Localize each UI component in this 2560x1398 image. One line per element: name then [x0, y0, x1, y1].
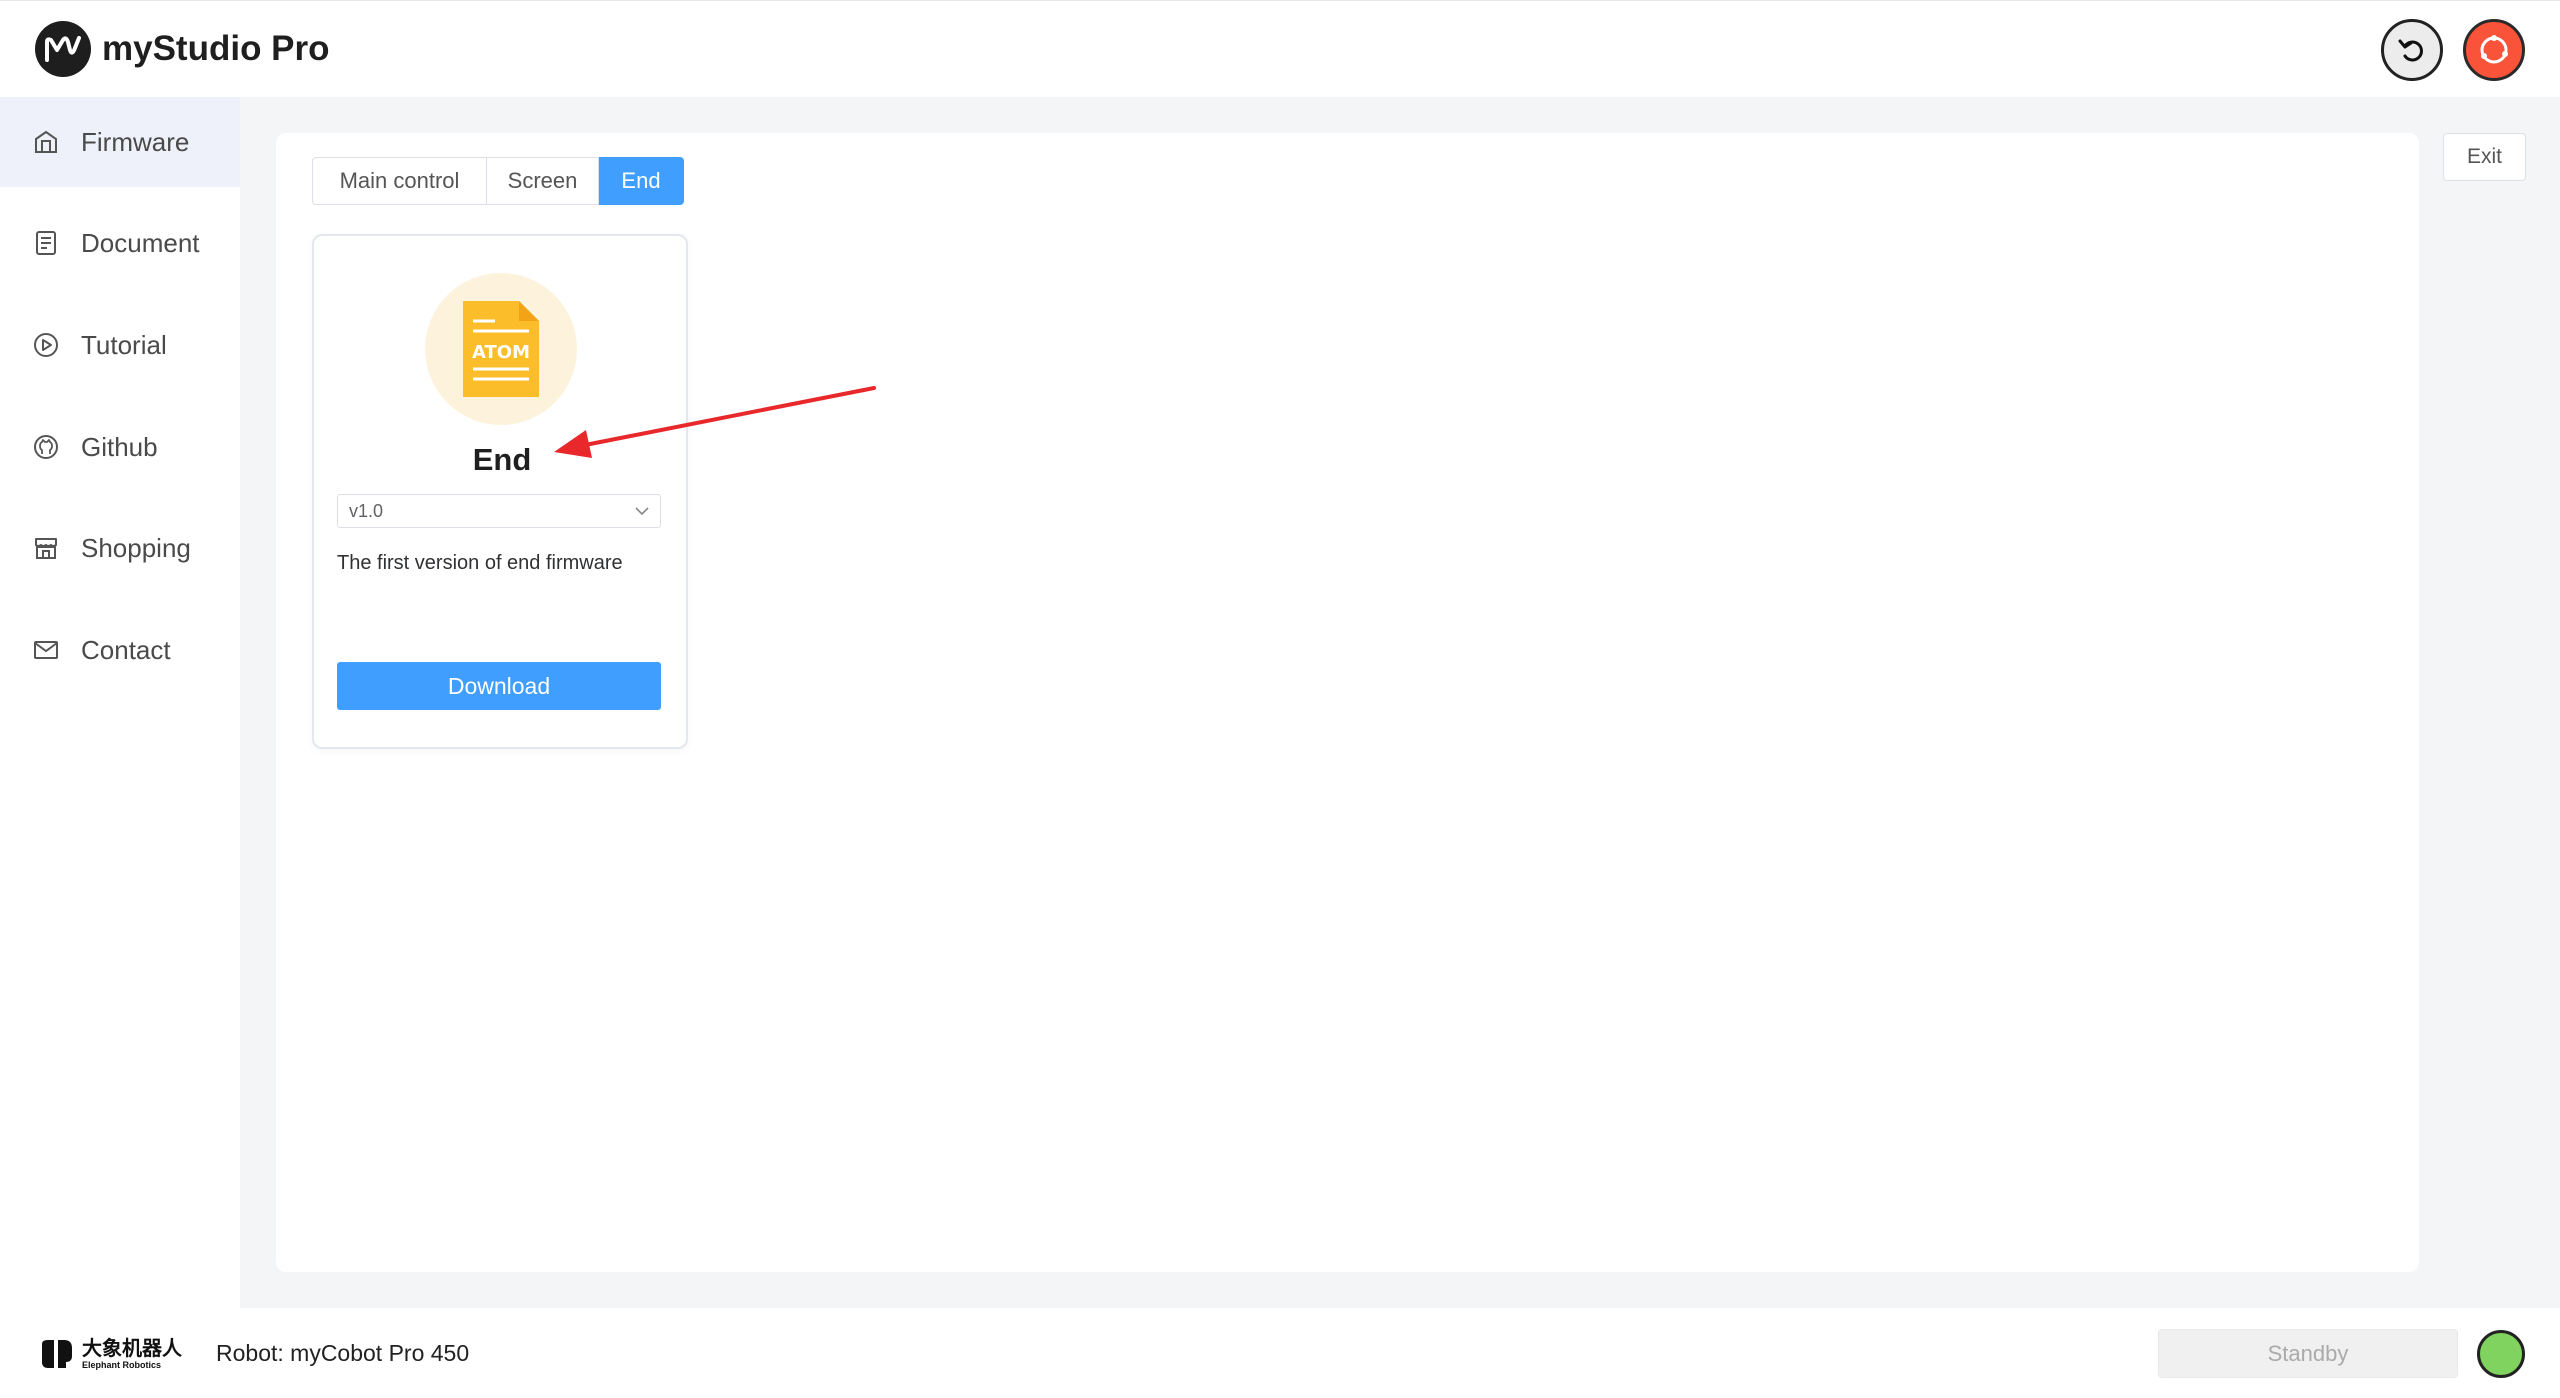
refresh-button[interactable]	[2381, 19, 2443, 81]
document-icon	[32, 229, 60, 257]
power-button[interactable]	[2463, 19, 2525, 81]
brand-name-en: Elephant Robotics	[82, 1359, 162, 1370]
chevron-down-icon	[634, 503, 650, 524]
brand-logo: 大象机器人 Elephant Robotics	[40, 1338, 182, 1370]
shop-icon	[32, 534, 60, 562]
github-icon	[32, 433, 60, 461]
sidebar-item-github[interactable]: Github	[0, 402, 240, 492]
connection-status-indicator	[2477, 1330, 2525, 1378]
sidebar: Firmware Document Tutorial Github Shoppi…	[0, 97, 240, 1308]
sidebar-item-label: Firmware	[81, 126, 190, 157]
undo-icon	[2398, 39, 2423, 62]
sidebar-item-label: Document	[81, 227, 200, 258]
exit-button[interactable]: Exit	[2443, 133, 2526, 181]
robot-label: Robot: myCobot Pro 450	[216, 1340, 470, 1366]
version-select[interactable]: v1.0	[337, 494, 661, 528]
app-header: myStudio Pro	[0, 0, 2560, 97]
sidebar-item-tutorial[interactable]: Tutorial	[0, 300, 240, 390]
sidebar-item-shopping[interactable]: Shopping	[0, 503, 240, 593]
sidebar-item-firmware[interactable]: Firmware	[0, 97, 240, 187]
sidebar-item-label: Github	[81, 431, 158, 462]
sidebar-item-label: Shopping	[81, 532, 191, 563]
app-logo	[35, 21, 91, 77]
standby-button[interactable]: Standby	[2158, 1329, 2458, 1378]
brand-name-cn: 大象机器人	[82, 1337, 182, 1360]
play-circle-icon	[32, 331, 60, 359]
sidebar-item-label: Contact	[81, 634, 171, 665]
tab-end[interactable]: End	[599, 157, 684, 205]
tab-main-control[interactable]: Main control	[312, 157, 487, 205]
firmware-file-icon: ATOM	[463, 301, 539, 397]
mail-icon	[32, 636, 60, 664]
sidebar-item-contact[interactable]: Contact	[0, 605, 240, 695]
firmware-card: ATOM End v1.0 The first version of end f…	[312, 234, 688, 749]
firmware-icon	[32, 128, 60, 156]
status-bar: 大象机器人 Elephant Robotics Robot: myCobot P…	[0, 1308, 2560, 1398]
card-description: The first version of end firmware	[337, 552, 623, 574]
elephant-logo-icon	[42, 1340, 72, 1368]
firmware-tabs: Main control Screen End	[312, 157, 684, 205]
download-button[interactable]: Download	[337, 662, 661, 710]
sidebar-item-document[interactable]: Document	[0, 198, 240, 288]
tab-screen[interactable]: Screen	[487, 157, 599, 205]
version-value: v1.0	[349, 501, 384, 521]
annotation-arrow	[554, 386, 876, 458]
app-title: myStudio Pro	[102, 29, 330, 68]
power-icon	[2480, 35, 2508, 64]
file-icon-text: ATOM	[472, 342, 530, 363]
sidebar-item-label: Tutorial	[81, 329, 167, 360]
